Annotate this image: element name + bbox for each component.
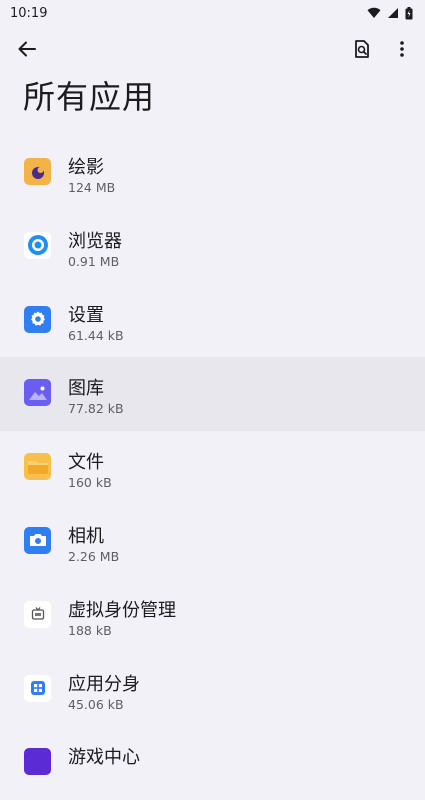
- app-size: 77.82 kB: [68, 401, 124, 417]
- app-size: 124 MB: [68, 180, 116, 195]
- arrow-back-icon: [18, 41, 36, 57]
- wifi-icon: [367, 7, 381, 19]
- app-row-camera[interactable]: 相机 2.26 MB: [0, 505, 425, 579]
- app-name: 绘影: [68, 157, 104, 178]
- app-name: 设置: [68, 304, 104, 326]
- more-options-button[interactable]: [387, 34, 417, 64]
- status-bar: 10:19: [0, 0, 425, 26]
- status-icons: [367, 6, 413, 20]
- signal-icon: [388, 8, 398, 18]
- app-size: 188 kB: [68, 622, 112, 638]
- status-time: 10:19: [10, 5, 48, 21]
- app-name: 虚拟身份管理: [68, 599, 176, 621]
- app-name: 应用分身: [68, 673, 140, 695]
- app-size: 61.44 kB: [68, 327, 124, 343]
- paint-app-icon: [24, 158, 51, 185]
- app-name: 文件: [68, 452, 104, 474]
- settings-app-icon: [24, 305, 51, 333]
- files-app-icon: [24, 453, 51, 481]
- app-row-virtual-identity[interactable]: 虚拟身份管理 188 kB: [0, 579, 425, 653]
- battery-icon: [405, 6, 413, 19]
- top-app-bar: [0, 26, 425, 74]
- app-row-browser[interactable]: 浏览器 0.91 MB: [0, 210, 425, 284]
- search-document-icon: [355, 40, 369, 58]
- camera-app-icon: [24, 526, 51, 554]
- app-list: 绘影 124 MB 浏览器 0.91 MB 设置 61.44 kB 图库 77.…: [0, 136, 425, 800]
- app-size: 0.91 MB: [68, 253, 120, 269]
- app-size: 160 kB: [68, 475, 112, 491]
- search-apps-button[interactable]: [347, 34, 377, 64]
- app-row-settings[interactable]: 设置 61.44 kB: [0, 284, 425, 358]
- app-clone-app-icon: [24, 674, 51, 702]
- gallery-app-icon: [24, 379, 51, 407]
- app-name: 图库: [68, 378, 104, 400]
- app-size: 45.06 kB: [68, 696, 124, 712]
- virtual-identity-app-icon: [24, 600, 51, 628]
- app-size: 2.26 MB: [68, 548, 120, 564]
- app-row-paint[interactable]: 绘影 124 MB: [0, 136, 425, 210]
- app-row-files[interactable]: 文件 160 kB: [0, 431, 425, 505]
- browser-app-icon: [24, 231, 51, 259]
- page-title: 所有应用: [23, 78, 156, 116]
- app-name: 游戏中心: [68, 747, 140, 769]
- app-row-game-center[interactable]: 游戏中心: [0, 726, 425, 800]
- app-row-gallery[interactable]: 图库 77.82 kB: [0, 357, 425, 432]
- app-row-app-clone[interactable]: 应用分身 45.06 kB: [0, 653, 425, 727]
- more-vert-icon: [400, 41, 404, 57]
- app-name: 浏览器: [68, 230, 122, 252]
- game-center-app-icon: [24, 748, 51, 776]
- back-button[interactable]: [12, 34, 42, 64]
- app-name: 相机: [68, 525, 104, 547]
